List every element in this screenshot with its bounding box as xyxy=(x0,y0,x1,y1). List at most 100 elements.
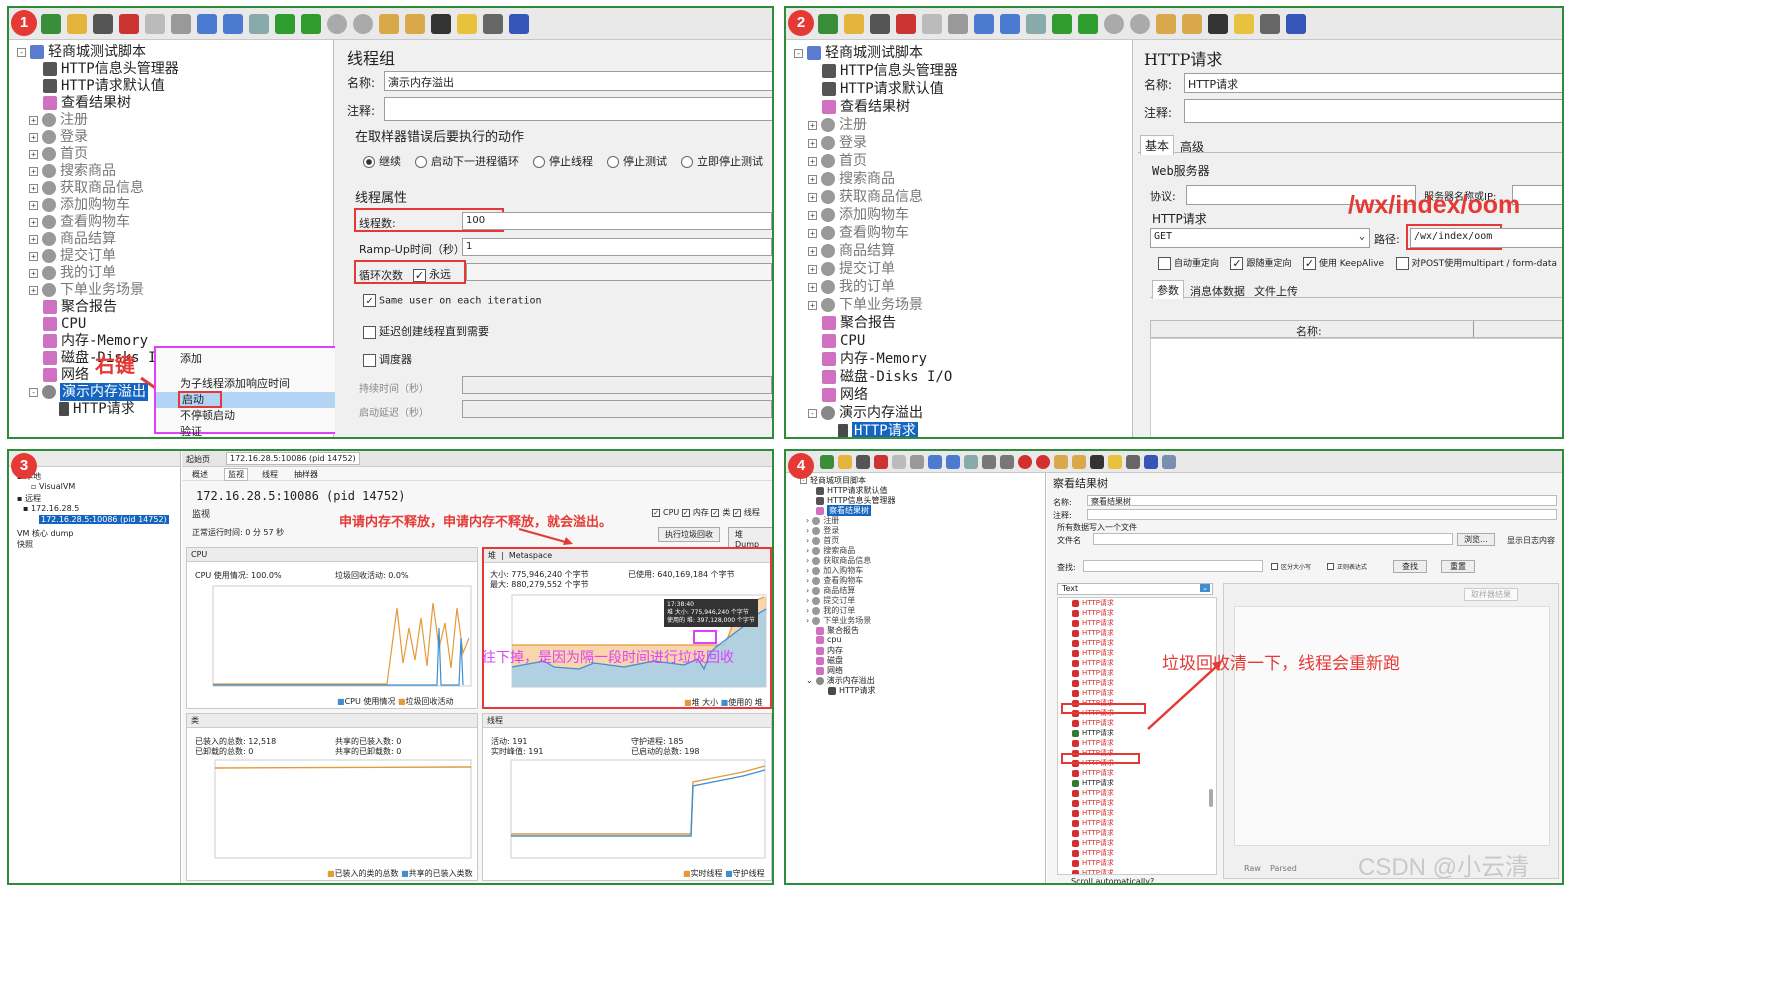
start-icon[interactable] xyxy=(982,454,996,469)
check-threads[interactable]: ✓ 线程 xyxy=(732,508,760,517)
start-icon[interactable] xyxy=(1052,13,1072,34)
tree-node-root[interactable]: - 轻商城测试脚本 xyxy=(17,43,146,61)
clear-icon[interactable] xyxy=(1156,13,1176,34)
keepalive-checkbox[interactable]: ✓ 使用 KeepAlive xyxy=(1302,257,1384,270)
tab-advanced[interactable]: 高级 xyxy=(1176,137,1208,156)
clear-all-icon[interactable] xyxy=(1072,454,1086,469)
sampler-result-row[interactable]: HTTP请求 xyxy=(1058,728,1216,738)
tree-node[interactable]: + 注册 xyxy=(29,111,88,129)
name-field[interactable]: 演示内存溢出 xyxy=(384,71,772,91)
tree-node[interactable]: 网络 xyxy=(822,386,868,404)
delay-checkbox[interactable]: 延迟创建线程直到需要 xyxy=(363,323,489,339)
menu-item-validate[interactable]: 验证 xyxy=(156,424,354,437)
collapse-icon[interactable] xyxy=(223,13,243,34)
log-only-checkbox[interactable]: 显示日志内容 xyxy=(1507,535,1555,546)
loop-field[interactable] xyxy=(466,263,772,281)
menu-item-start-no-pause[interactable]: 不停顿启动 xyxy=(156,408,354,424)
expand-icon[interactable] xyxy=(928,454,942,469)
radio-stop-test[interactable]: 停止测试 xyxy=(607,155,667,168)
comment-field[interactable] xyxy=(384,97,772,121)
save-icon[interactable] xyxy=(93,13,113,34)
open-icon[interactable] xyxy=(838,454,852,469)
sampler-result-row[interactable]: HTTP请求 xyxy=(1058,818,1216,828)
find-button[interactable]: 查找 xyxy=(1393,560,1427,573)
tree-node[interactable]: + 下单业务场景 xyxy=(808,296,923,314)
function-icon[interactable] xyxy=(1126,454,1140,469)
tree-node[interactable]: CPU xyxy=(822,332,865,350)
check-classes[interactable]: ✓ 类 xyxy=(711,508,730,517)
tree-node[interactable]: + 查看购物车 xyxy=(808,224,909,242)
subtab-sampler[interactable]: 抽样器 xyxy=(294,469,318,480)
same-user-checkbox[interactable]: ✓ Same user on each iteration xyxy=(363,294,542,307)
tab-basic[interactable]: 基本 xyxy=(1140,135,1175,155)
open-icon[interactable] xyxy=(844,13,864,34)
tree-node-http-selected[interactable]: HTTP请求 xyxy=(838,422,918,437)
scroll-checkbox[interactable]: Scroll automatically? xyxy=(1071,877,1154,883)
tree-node[interactable]: + 注册 xyxy=(808,116,867,134)
search-icon[interactable] xyxy=(1208,13,1228,34)
check-cpu[interactable]: ✓ CPU xyxy=(652,508,679,517)
start-icon[interactable] xyxy=(275,13,295,34)
sampler-result-row[interactable]: HTTP请求 xyxy=(1058,688,1216,698)
shutdown-icon[interactable] xyxy=(353,13,373,34)
remote-icon[interactable] xyxy=(1162,454,1176,469)
sampler-result-row[interactable]: HTTP请求 xyxy=(1058,788,1216,798)
subtab-threads[interactable]: 线程 xyxy=(262,469,278,480)
tree-node[interactable]: + 首页 xyxy=(29,145,88,163)
paste-icon[interactable] xyxy=(171,13,191,34)
tree-node[interactable]: HTTP信息头管理器 xyxy=(822,62,958,80)
tree-node-thread-group[interactable]: - 演示内存溢出 xyxy=(29,383,148,401)
menu-item-add[interactable]: 添加› xyxy=(156,348,354,370)
raw-tab[interactable]: Raw xyxy=(1244,864,1261,873)
function-icon[interactable] xyxy=(483,13,503,34)
scheduler-checkbox[interactable]: 调度器 xyxy=(363,351,412,367)
comment-field[interactable] xyxy=(1087,509,1557,520)
copy-icon[interactable] xyxy=(145,13,165,34)
sampler-result-row[interactable]: HTTP请求 xyxy=(1058,618,1216,628)
sampler-result-row[interactable]: HTTP请求 xyxy=(1058,768,1216,778)
tree-node[interactable]: + 搜索商品 xyxy=(808,170,895,188)
new-icon[interactable] xyxy=(820,454,834,469)
paste-icon[interactable] xyxy=(910,454,924,469)
threads-field[interactable]: 100 xyxy=(462,212,772,230)
tree-node[interactable]: + 商品结算 xyxy=(808,242,895,260)
no-result-tab[interactable]: 取样器结果 xyxy=(1464,588,1518,601)
tab-body[interactable]: 消息体数据 xyxy=(1186,282,1249,300)
toggle-icon[interactable] xyxy=(1026,13,1046,34)
tree-node[interactable]: 查看结果树 xyxy=(43,94,131,112)
sampler-result-row[interactable]: HTTP请求 xyxy=(1058,828,1216,838)
radio-next-loop[interactable]: 启动下一进程循环 xyxy=(415,155,519,168)
multipart-checkbox[interactable]: 对POST使用multipart / form-data xyxy=(1395,257,1557,270)
start-no-pause-icon[interactable] xyxy=(1078,13,1098,34)
tree-node-root[interactable]: - 轻商城测试脚本 xyxy=(794,44,923,62)
shutdown-icon[interactable] xyxy=(1036,454,1050,469)
stop-icon[interactable] xyxy=(1018,454,1032,469)
expand-icon[interactable] xyxy=(974,13,994,34)
comment-field[interactable] xyxy=(1184,99,1562,123)
start-no-pause-icon[interactable] xyxy=(301,13,321,34)
path-field[interactable]: /wx/index/oom xyxy=(1410,228,1562,248)
search-field[interactable] xyxy=(1083,560,1263,572)
sampler-result-row[interactable]: HTTP请求 xyxy=(1058,808,1216,818)
tree-node[interactable]: + 提交订单 xyxy=(808,260,895,278)
subtab-overview[interactable]: 概述 xyxy=(192,469,208,480)
copy-icon[interactable] xyxy=(922,13,942,34)
sampler-result-row[interactable]: HTTP请求 xyxy=(1058,858,1216,868)
tree-visualvm[interactable]: ▫ VisualVM xyxy=(31,482,75,491)
tree-node[interactable]: HTTP请求默认值 xyxy=(822,80,944,98)
sampler-result-row[interactable]: HTTP请求 xyxy=(1058,738,1216,748)
sampler-result-row[interactable]: HTTP请求 xyxy=(1058,678,1216,688)
tree-node[interactable]: + 添加购物车 xyxy=(29,196,130,214)
tab-files[interactable]: 文件上传 xyxy=(1250,282,1302,300)
search-icon[interactable] xyxy=(431,13,451,34)
stop-icon[interactable] xyxy=(327,13,347,34)
paste-icon[interactable] xyxy=(948,13,968,34)
tree-node[interactable]: CPU xyxy=(43,315,86,333)
follow-redirect-checkbox[interactable]: ✓ 跟随重定向 xyxy=(1230,257,1291,270)
reset-button[interactable]: 重置 xyxy=(1441,560,1475,573)
tab-jvm[interactable]: 172.16.28.5:10086 (pid 14752) xyxy=(226,452,360,465)
tree-node[interactable]: + 我的订单 xyxy=(29,264,116,282)
help-icon[interactable] xyxy=(509,13,529,34)
startup-delay-field[interactable] xyxy=(462,400,772,418)
tree-node[interactable]: + 搜索商品 xyxy=(29,162,116,180)
